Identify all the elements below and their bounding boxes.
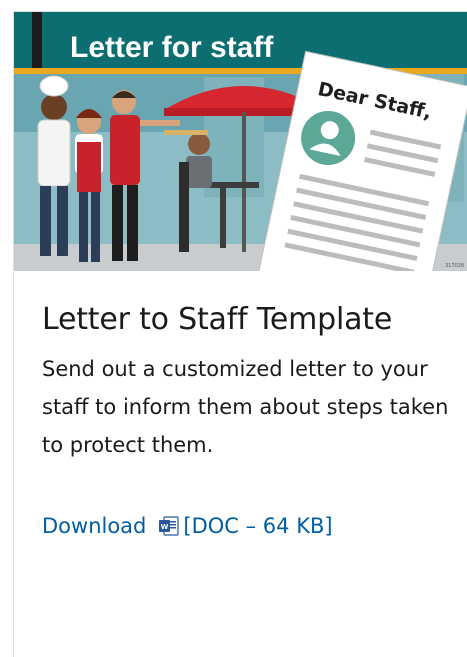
- svg-text:W: W: [161, 523, 169, 531]
- resource-card: Letter for staff Dear Staff, 317028 Lett…: [13, 11, 467, 657]
- image-code: 317028: [445, 263, 464, 269]
- download-link[interactable]: Download W [DOC – 64 KB]: [42, 514, 333, 538]
- word-doc-icon: W: [158, 515, 180, 537]
- card-title: Letter to Staff Template: [42, 302, 393, 337]
- card-description: Send out a customized letter to your sta…: [42, 357, 449, 457]
- file-info: [DOC – 64 KB]: [183, 514, 333, 538]
- hero-illustration: Letter for staff Dear Staff, 317028: [14, 12, 467, 271]
- download-label: Download: [42, 514, 147, 538]
- banner-text: Letter for staff: [70, 31, 274, 64]
